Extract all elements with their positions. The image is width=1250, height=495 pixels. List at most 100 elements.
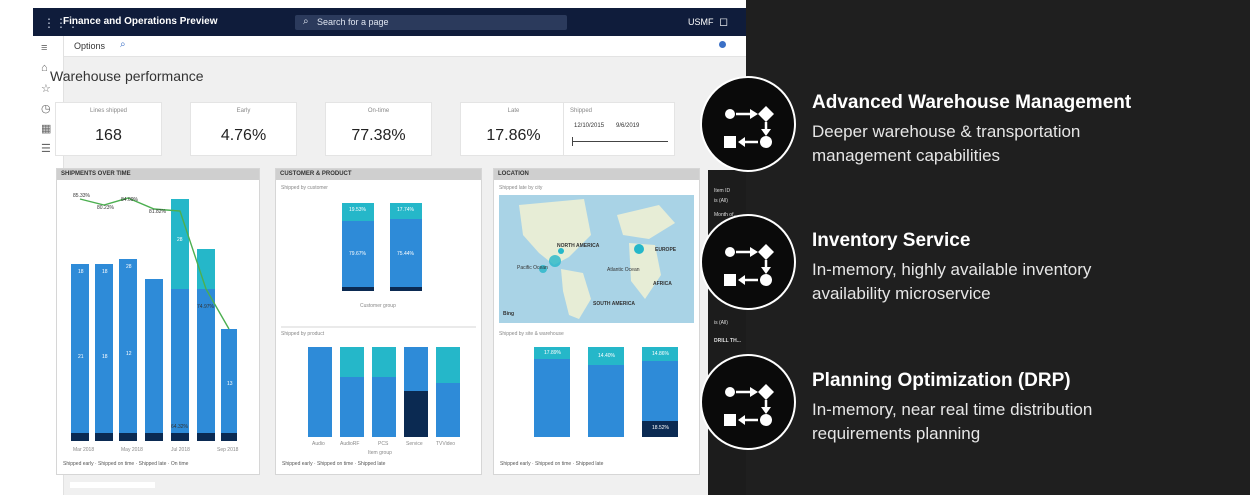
customer-product-card[interactable]: CUSTOMER & PRODUCT Shipped by customer 1… <box>275 168 482 475</box>
bar-label: 17.74% <box>397 207 414 213</box>
search-placeholder: Search for a page <box>317 17 389 27</box>
x-tick: Audio <box>312 441 325 447</box>
x-tick: Sep 2018 <box>217 447 239 453</box>
bar-label: 79.67% <box>349 251 366 257</box>
kpi-late[interactable]: Late 17.86% <box>460 102 567 156</box>
x-tick: Jul 2018 <box>171 447 190 453</box>
legend-item: Shipped late <box>138 461 167 467</box>
bar-label: 18.52% <box>652 425 669 431</box>
shipments-over-time-card[interactable]: SHIPMENTS OVER TIME 85.33% 80.23% 84.09% <box>56 168 260 475</box>
feature-line: requirements planning <box>812 424 981 443</box>
workspace-icon[interactable]: ▦ <box>41 122 51 135</box>
line-label: 85.33% <box>73 193 90 199</box>
legend-item: Shipped on time <box>98 461 135 467</box>
hamburger-icon[interactable]: ≡ <box>41 42 47 54</box>
legend-item: Shipped on time <box>317 461 354 467</box>
workflow-glyph <box>724 384 774 426</box>
filter-from-date[interactable]: 12/10/2015 <box>574 123 604 129</box>
company-picker[interactable]: USMF <box>688 17 714 27</box>
kpi-lines-shipped[interactable]: Lines shipped 168 <box>55 102 162 156</box>
bar-value-label: 28 <box>177 237 183 243</box>
feature-line: In-memory, highly available inventory <box>812 260 1092 279</box>
search-icon: ⌕ <box>303 16 309 27</box>
bar-value-label: 18 <box>102 269 108 275</box>
kpi-label: Early <box>236 108 251 114</box>
workflow-icon <box>700 214 796 310</box>
filter-value: is (All) <box>714 320 728 326</box>
filter-value: is (All) <box>714 198 728 204</box>
bar-value-label: 12 <box>126 351 132 357</box>
x-tick: May 2018 <box>121 447 143 453</box>
bar-value-label: 28 <box>126 264 132 270</box>
chart-legend: Shipped early · Shipped on time · Shippe… <box>282 461 386 467</box>
app-title: Finance and Operations Preview <box>63 16 218 27</box>
bar-label: 75.44% <box>397 251 414 257</box>
bar-label: 14.86% <box>652 351 669 357</box>
line-label: 81.82% <box>149 209 166 215</box>
kpi-label: Lines shipped <box>89 108 128 114</box>
bar-value-label: 21 <box>78 354 84 360</box>
shipped-date-filter[interactable]: Shipped 12/10/2015 9/6/2019 <box>563 102 675 156</box>
feature-description: Deeper warehouse & transportation manage… <box>812 120 1232 168</box>
legend-item: On time <box>170 461 189 467</box>
date-range-slider[interactable] <box>572 141 668 142</box>
feature-description: In-memory, near real time distribution r… <box>812 398 1232 446</box>
kpi-value: 77.38% <box>351 127 406 144</box>
kpi-value: 4.76% <box>220 127 267 144</box>
line-label: 80.23% <box>97 205 114 211</box>
page-title: Warehouse performance <box>50 68 204 84</box>
clock-icon[interactable]: ◷ <box>41 102 51 115</box>
axis-title: Customer group <box>360 303 396 309</box>
kpi-early[interactable]: Early 4.76% <box>190 102 297 156</box>
feature-title: Planning Optimization (DRP) <box>812 370 1071 391</box>
feature-line: management capabilities <box>812 146 1001 165</box>
status-dot-icon <box>719 41 726 48</box>
legend-item: Shipped late <box>575 461 604 467</box>
bell-icon[interactable]: ◻ <box>719 15 728 28</box>
home-icon[interactable]: ⌂ <box>41 62 48 74</box>
legend-item: Shipped early <box>282 461 313 467</box>
bar-value-label: 13 <box>227 381 233 387</box>
feature-description: In-memory, highly available inventory av… <box>812 258 1232 306</box>
line-label: 64.32% <box>171 424 188 430</box>
location-card[interactable]: LOCATION Shipped late by city NORTH AMER… <box>493 168 700 475</box>
options-search-icon[interactable]: ⌕ <box>120 39 126 50</box>
chart-subtitle: Shipped by product <box>281 331 325 337</box>
line-label: 74.97% <box>197 304 214 310</box>
feature-title: Inventory Service <box>812 230 971 251</box>
axis-title: Item group <box>368 450 392 456</box>
bar-label: 19.53% <box>349 207 366 213</box>
search-box[interactable]: ⌕ Search for a page <box>295 15 567 30</box>
workflow-icon <box>700 76 796 172</box>
drill-through-label: DRILL TH... <box>714 338 741 344</box>
bar-value-label: 18 <box>78 269 84 275</box>
legend-item: Shipped late <box>357 461 386 467</box>
x-tick: PCS <box>378 441 389 447</box>
x-tick: TVVideo <box>436 441 456 447</box>
legend-item: Shipped early <box>63 461 94 467</box>
filter-item-id[interactable]: Item ID <box>714 188 730 194</box>
kpi-label: On-time <box>367 108 390 114</box>
kpi-on-time[interactable]: On-time 77.38% <box>325 102 432 156</box>
feature-line: In-memory, near real time distribution <box>812 400 1093 419</box>
x-tick: Service <box>406 441 423 447</box>
x-tick: Mar 2018 <box>73 447 95 453</box>
legend-item: Shipped early <box>500 461 531 467</box>
slider-handle[interactable] <box>572 137 573 146</box>
bar-label: 17.89% <box>544 350 561 356</box>
kpi-label: Late <box>507 108 520 114</box>
customer-product-chart <box>281 203 476 437</box>
page-tab[interactable] <box>70 482 155 488</box>
chart-legend: Shipped early · Shipped on time · Shippe… <box>500 461 604 467</box>
kpi-value: 168 <box>95 127 122 144</box>
workflow-glyph <box>724 106 774 148</box>
legend-item: Shipped on time <box>535 461 572 467</box>
options-bar: Options ⌕ <box>64 36 746 57</box>
options-button[interactable]: Options <box>74 41 105 51</box>
x-tick: AudioRF <box>340 441 360 447</box>
line-label: 84.09% <box>121 197 138 203</box>
filter-to-date[interactable]: 9/6/2019 <box>616 123 639 129</box>
list-icon[interactable]: ☰ <box>41 142 51 155</box>
bar-value-label: 18 <box>102 354 108 360</box>
filter-label: Shipped <box>570 108 593 114</box>
